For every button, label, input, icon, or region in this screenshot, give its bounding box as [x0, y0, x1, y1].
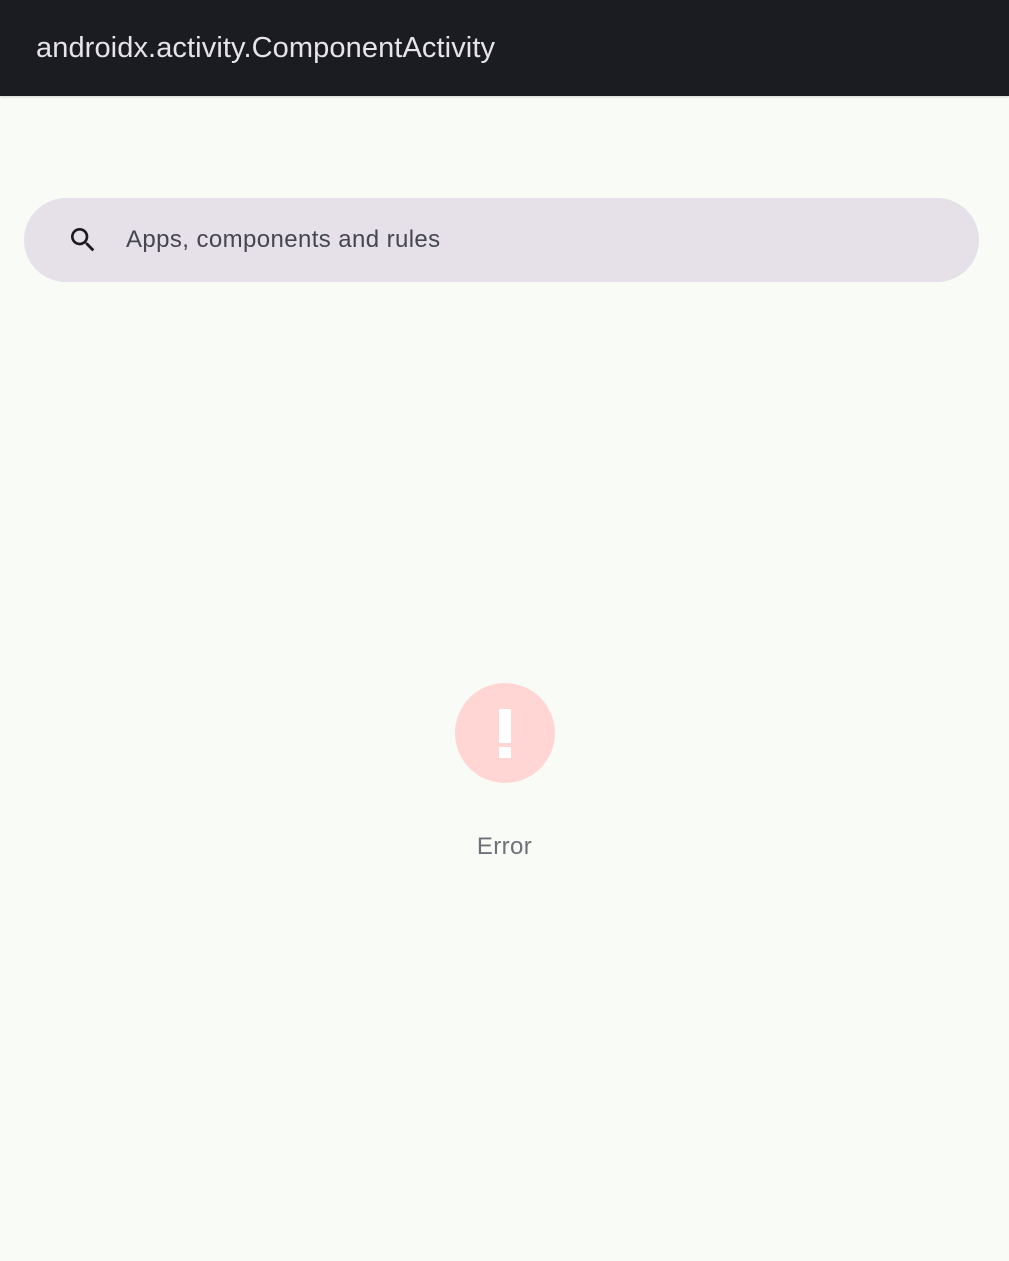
app-screen: androidx.activity.ComponentActivity Erro… [0, 0, 1009, 1261]
exclamation-bar [498, 709, 511, 743]
top-app-bar: androidx.activity.ComponentActivity [0, 0, 1009, 96]
search-icon[interactable] [67, 224, 99, 256]
exclamation-dot [498, 747, 511, 758]
error-label: Error [476, 833, 533, 860]
search-bar[interactable] [24, 198, 979, 282]
search-input[interactable] [126, 218, 946, 262]
error-state: Error [0, 683, 1009, 861]
app-bar-title: androidx.activity.ComponentActivity [36, 31, 496, 64]
error-exclamation-icon [454, 683, 555, 783]
